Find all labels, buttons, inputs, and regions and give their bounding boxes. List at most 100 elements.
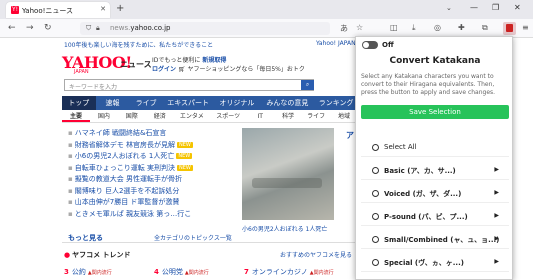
subcat-economy[interactable]: 経済 <box>146 111 174 122</box>
tab-original[interactable]: オリジナル <box>213 96 260 110</box>
tab-live[interactable]: ライブ <box>129 96 163 110</box>
login-link[interactable]: ログイン <box>152 66 176 73</box>
news-item[interactable]: ▪ ハマネイ師 戦闘終結&石宣言 <box>68 128 238 140</box>
news-photo[interactable] <box>242 128 334 220</box>
option-p-sound[interactable]: P-sound (パ、ピ、プ...) ▶ <box>361 208 509 226</box>
bullet-icon: ▪ <box>68 152 73 160</box>
url-text[interactable]: news.yahoo.co.jp <box>110 24 171 32</box>
subcat-it[interactable]: IT <box>246 111 274 122</box>
reload-icon[interactable]: ↻ <box>44 23 52 33</box>
shield-icon[interactable]: ⛉ <box>86 24 91 33</box>
downloads-icon[interactable]: ⤓ <box>412 23 416 33</box>
bullet-icon: ▪ <box>68 198 73 206</box>
recommended-comments-link[interactable]: おすすめのヤフコメを見る <box>280 250 352 259</box>
trend-section: ● ヤフコメ トレンド おすすめのヤフコメを見る 3 公約 ▲関内流行 4 公明党 ▲関内… <box>62 242 358 276</box>
pocket-icon[interactable]: ◫ <box>390 23 398 32</box>
subcat-local[interactable]: 地域 <box>330 111 358 122</box>
menu-icon[interactable]: ≡ <box>522 23 529 32</box>
trend-item[interactable]: 4 公明党 ▲関内流行 <box>154 267 244 277</box>
bullet-icon: ▪ <box>68 209 73 218</box>
search-box[interactable]: キーワードを入力 ⌕ <box>64 79 314 91</box>
news-item[interactable]: ▪ 擬覧の教道大会 男性運転手が骨折 <box>68 174 238 186</box>
tab-list-chevron-icon[interactable]: ⌄ <box>446 4 452 12</box>
option-small-combined[interactable]: Small/Combined (ャ、ュ、ョ...) ▶ <box>361 231 509 249</box>
lock-icon[interactable]: 🔒︎ <box>96 24 100 33</box>
yahoo-logo-sub: JAPAN <box>74 69 89 75</box>
news-item[interactable]: ▪ ときメモ軍ルぱ 親友競泳 第っ…行こ <box>68 209 238 221</box>
sub-category-nav: 主要 国内 国際 経済 エンタメ スポーツ IT 科学 ライフ 地域 <box>62 111 358 123</box>
address-bar[interactable]: ⛉ 🔒︎ news.yahoo.co.jp <box>80 22 330 35</box>
expand-arrow-icon[interactable]: ▶ <box>494 166 499 173</box>
enable-toggle[interactable] <box>362 41 378 49</box>
tab-ranking[interactable]: ランキング <box>314 96 358 110</box>
yahoo-japan-link[interactable]: Yahoo! JAPAN <box>316 40 356 47</box>
expand-arrow-icon[interactable]: ▶ <box>494 189 499 196</box>
new-badge: NEW <box>176 141 193 148</box>
news-item[interactable]: ▪ 小6の男児2人おぼれる 1人死亡 NEW <box>68 151 238 163</box>
extensions-icon[interactable]: ✚ <box>458 23 465 32</box>
back-icon[interactable]: ← <box>8 23 16 33</box>
news-logo-text[interactable]: ニュース <box>120 59 152 70</box>
news-item[interactable]: ▪ 閣博味り 巨人2選手を不起訴処分 <box>68 186 238 198</box>
radio-button[interactable] <box>372 213 379 220</box>
shopping-promo-link[interactable]: ヤフーショッピングなら「毎日5%」おトク <box>187 66 304 73</box>
search-icon[interactable]: ⌕ <box>301 80 314 90</box>
category-tabs: トップ 速報 ライブ エキスパート オリジナル みんなの意見 ランキング <box>62 96 358 110</box>
subcat-science[interactable]: 科学 <box>274 111 302 122</box>
convert-katakana-extension-icon[interactable] <box>503 22 516 35</box>
subcat-entertainment[interactable]: エンタメ <box>174 111 210 122</box>
option-basic[interactable]: Basic (ア、カ、サ...) ▶ <box>361 162 509 180</box>
option-special[interactable]: Special (ヴ、ヵ、ヶ...) ▶ <box>361 254 509 272</box>
tab-breaking[interactable]: 速報 <box>96 96 130 110</box>
option-voiced[interactable]: Voiced (ガ、ザ、ダ...) ▶ <box>361 185 509 203</box>
subcat-life[interactable]: ライフ <box>302 111 330 122</box>
new-badge: NEW <box>176 164 193 171</box>
login-promo-line: IDでもっと便利に 新規取得 <box>152 57 227 64</box>
bullet-icon: ▪ <box>68 129 73 137</box>
expand-arrow-icon[interactable]: ▶ <box>494 258 499 265</box>
translate-icon[interactable]: あ <box>340 23 348 34</box>
tab-top[interactable]: トップ <box>62 96 96 110</box>
all-topics-link[interactable]: 全カテゴリのトピックス一覧 <box>154 233 232 242</box>
news-item[interactable]: ▪ 山本由伸が7勝目 ド軍監督が激賛 <box>68 197 238 209</box>
save-selection-button[interactable]: Save Selection <box>361 105 509 119</box>
screenshot-icon[interactable]: ⧉ <box>482 23 488 33</box>
browser-tab[interactable]: Y! Yahoo!ニュース ✕ <box>6 2 110 18</box>
option-select-all[interactable]: Select All <box>361 139 509 157</box>
subcat-main[interactable]: 主要 <box>62 111 90 122</box>
bookmark-star-icon[interactable]: ☆ <box>356 23 363 32</box>
minimize-icon[interactable]: — <box>470 3 478 12</box>
new-tab-icon[interactable]: + <box>116 3 124 14</box>
bullet-icon: ▪ <box>68 140 73 149</box>
radio-button[interactable] <box>372 190 379 197</box>
radio-button[interactable] <box>372 259 379 266</box>
subcat-domestic[interactable]: 国内 <box>90 111 118 122</box>
partial-heading: ア <box>346 131 354 140</box>
trend-item[interactable]: 7 オンラインカジノ ▲関内流行 <box>244 267 334 277</box>
register-link[interactable]: 新規取得 <box>202 57 226 64</box>
radio-button[interactable] <box>372 144 379 151</box>
tab-opinions[interactable]: みんなの意見 <box>260 96 314 110</box>
expand-arrow-icon[interactable]: ▶ <box>494 235 499 242</box>
login-line: ログイン 🛒︎ ヤフーショッピングなら「毎日5%」おトク <box>152 64 305 73</box>
radio-button[interactable] <box>372 167 379 174</box>
search-input[interactable]: キーワードを入力 <box>69 82 117 91</box>
maximize-icon[interactable]: ❐ <box>492 3 499 12</box>
subcat-world[interactable]: 国際 <box>118 111 146 122</box>
radio-button[interactable] <box>372 236 379 243</box>
news-list: ▪ ハマネイ師 戦闘終結&石宣言 ▪ 財務省解体デモ 林官房長が見解 NEW ▪ 小6の… <box>68 128 238 220</box>
tab-expert[interactable]: エキスパート <box>163 96 213 110</box>
close-window-icon[interactable]: ✕ <box>514 3 521 12</box>
expand-arrow-icon[interactable]: ▶ <box>494 212 499 219</box>
promo-link[interactable]: 100年後も楽しい海を残すために、私たちができること <box>64 40 213 49</box>
news-item[interactable]: ▪ 自転車ひょっこり運転 実刑判決 NEW <box>68 163 238 175</box>
bullet-icon: ▪ <box>68 175 73 183</box>
photo-caption[interactable]: 小6の男児2人おぼれる 1人死亡 <box>242 224 327 233</box>
news-item[interactable]: ▪ 財務省解体デモ 林官房長が見解 NEW <box>68 140 238 152</box>
close-tab-icon[interactable]: ✕ <box>100 5 106 13</box>
forward-icon[interactable]: → <box>26 23 34 33</box>
subcat-sports[interactable]: スポーツ <box>210 111 246 122</box>
account-icon[interactable]: ◎ <box>434 23 441 32</box>
trend-item[interactable]: 3 公約 ▲関内流行 <box>64 267 154 277</box>
comment-icon: ● <box>64 251 71 259</box>
